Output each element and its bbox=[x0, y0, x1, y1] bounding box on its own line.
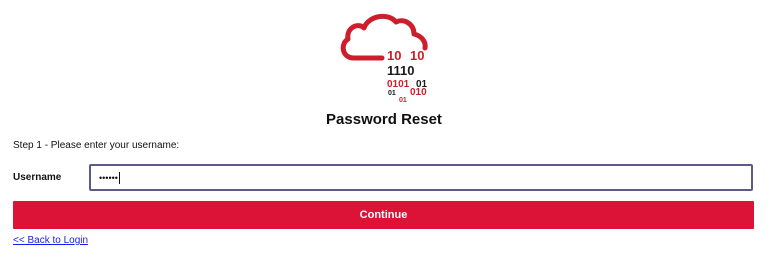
logo-binary-8: 01 bbox=[399, 97, 407, 104]
back-to-login-link[interactable]: << Back to Login bbox=[13, 235, 88, 246]
cloud-binary-logo: 10 10 1110 0101 01 01 010 01 bbox=[332, 6, 442, 106]
continue-button[interactable]: Continue bbox=[13, 201, 754, 229]
logo-binary-2: 10 bbox=[410, 48, 424, 63]
text-cursor bbox=[118, 171, 120, 184]
logo-binary-4: 0101 bbox=[387, 79, 410, 90]
logo-binary-3: 1110 bbox=[387, 63, 415, 78]
step-instruction: Step 1 - Please enter your username: bbox=[13, 140, 180, 151]
password-reset-page: 10 10 1110 0101 01 01 010 01 Password Re… bbox=[0, 0, 768, 260]
logo-binary-6: 01 bbox=[388, 90, 396, 97]
logo-binary-1: 10 bbox=[387, 48, 401, 63]
page-title: Password Reset bbox=[326, 111, 442, 128]
username-input-value: •••••• bbox=[99, 172, 118, 183]
cloud-logo-icon: 10 10 1110 0101 01 01 010 01 bbox=[340, 13, 428, 104]
logo-binary-7: 010 bbox=[410, 87, 427, 98]
username-label: Username bbox=[13, 172, 62, 183]
username-input[interactable]: •••••• bbox=[89, 164, 753, 191]
